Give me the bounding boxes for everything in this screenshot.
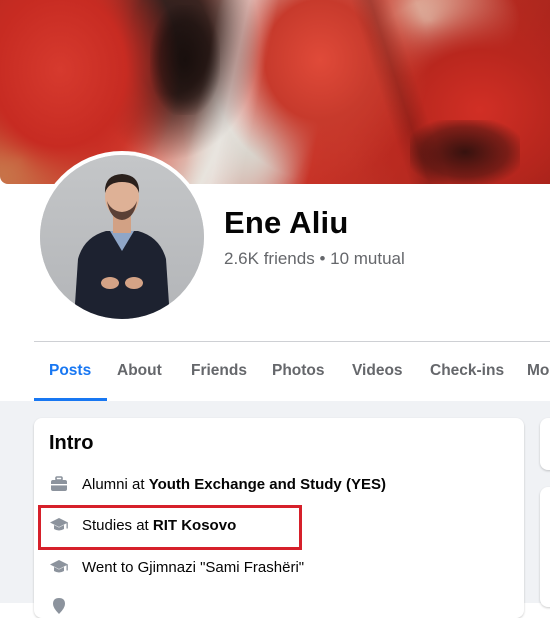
briefcase-icon	[49, 474, 69, 494]
highlight-annotation-box	[38, 505, 302, 550]
cover-photo-emblem	[410, 120, 520, 184]
cover-photo[interactable]	[0, 0, 550, 184]
intro-item-text[interactable]: Went to Gjimnazi "Sami Frashëri"	[82, 559, 304, 576]
tab-label: Mo	[527, 362, 550, 379]
location-icon	[49, 596, 69, 616]
tab-label: Friends	[191, 362, 247, 379]
tab-about[interactable]: About	[117, 342, 162, 401]
tab-label: About	[117, 362, 162, 379]
side-card	[540, 487, 550, 607]
tab-label: Photos	[272, 362, 325, 379]
tab-photos[interactable]: Photos	[272, 342, 325, 401]
intro-item-alumni: Alumni at Youth Exchange and Study (YES)	[49, 472, 386, 496]
intro-item-school: Went to Gjimnazi "Sami Frashëri"	[49, 555, 304, 579]
cover-photo-emblem	[150, 5, 220, 115]
intro-item-partial	[49, 594, 82, 618]
tab-more[interactable]: Mo	[527, 342, 549, 401]
profile-name: Ene Aliu	[224, 205, 349, 240]
tab-videos[interactable]: Videos	[352, 342, 403, 401]
side-card	[540, 418, 550, 470]
intro-item-prefix: Alumni at	[82, 475, 149, 493]
tab-friends[interactable]: Friends	[191, 342, 247, 401]
intro-title: Intro	[49, 432, 94, 454]
profile-tabs: Posts About Friends Photos Videos Check-…	[34, 342, 550, 401]
tab-check-ins[interactable]: Check-ins	[430, 342, 504, 401]
intro-item-link[interactable]: Youth Exchange and Study (YES)	[149, 476, 386, 493]
tab-label: Videos	[352, 362, 403, 379]
tab-posts[interactable]: Posts	[34, 342, 108, 401]
tab-label: Posts	[49, 362, 92, 379]
avatar-photo	[40, 155, 204, 319]
friends-summary[interactable]: 2.6K friends • 10 mutual	[224, 249, 405, 269]
graduation-cap-icon	[49, 557, 69, 577]
tab-label: Check-ins	[430, 362, 505, 379]
profile-avatar[interactable]	[36, 151, 208, 323]
